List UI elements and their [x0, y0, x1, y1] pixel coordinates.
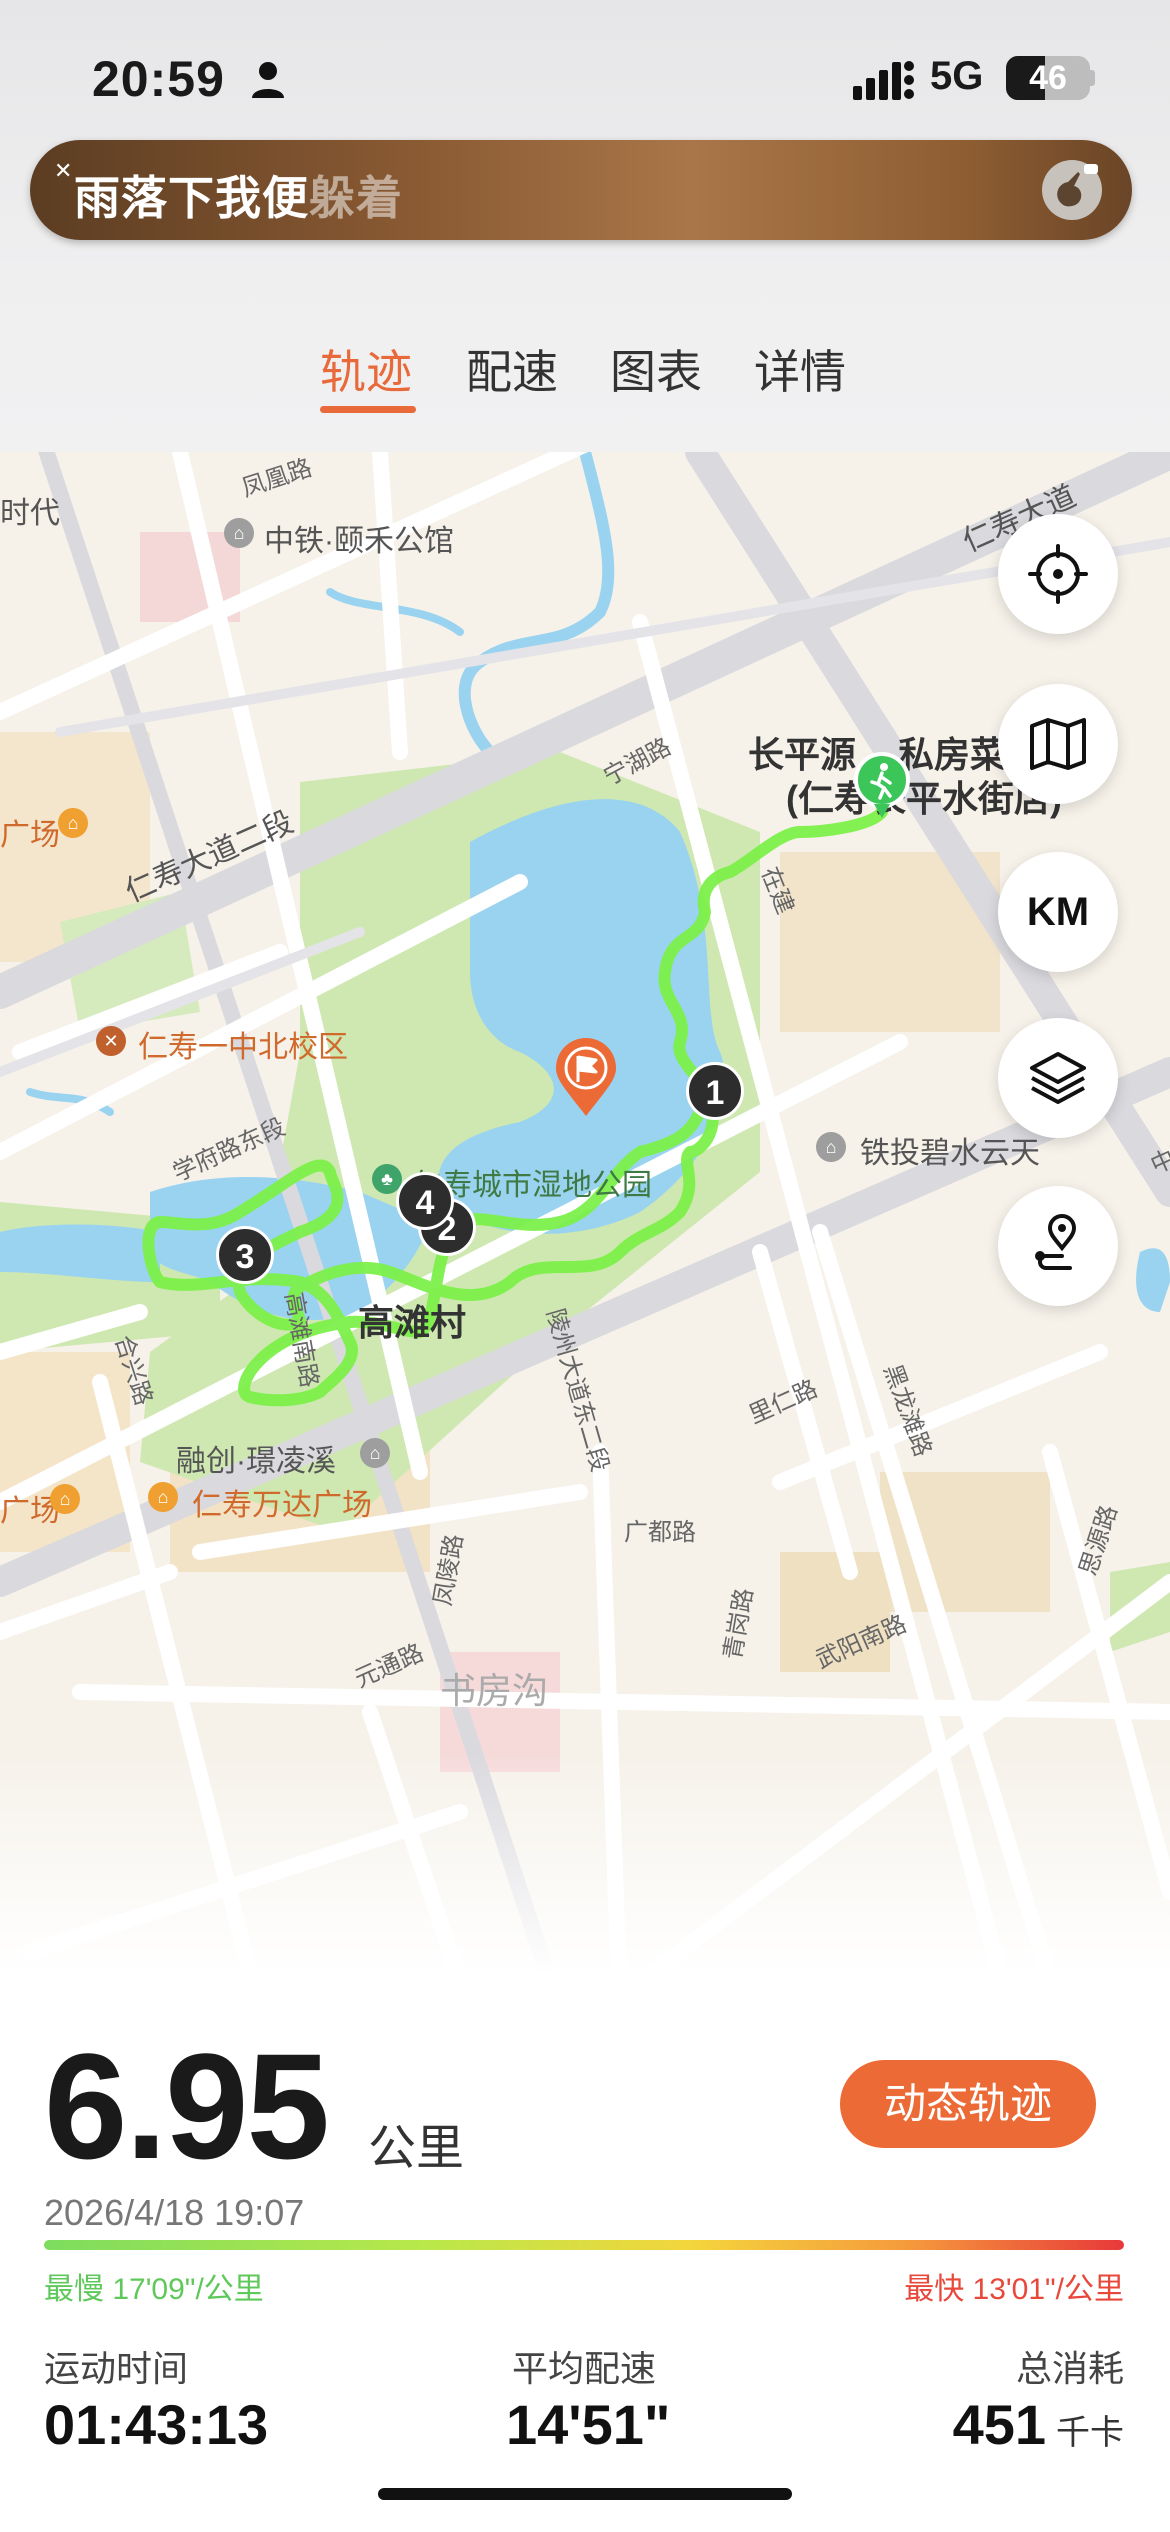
duration-value: 01:43:13: [44, 2393, 269, 2456]
poi-label: 仁寿一中北校区: [138, 1031, 348, 1064]
status-time: 20:59: [92, 51, 225, 107]
poi-icon: ⌂: [816, 1132, 846, 1162]
lyric-sung: 雨落下我便: [74, 172, 309, 224]
network-type: 5G: [930, 54, 984, 98]
avg-pace-label: 平均配速: [512, 2348, 657, 2389]
start-walk-marker[interactable]: [854, 752, 910, 822]
km-label: KM: [1026, 889, 1090, 934]
distance-value: 6.95: [44, 2022, 330, 2190]
map-label: 时代: [0, 497, 60, 530]
duration-label: 运动时间: [44, 2348, 189, 2389]
poi-label: 中铁·颐禾公馆: [264, 525, 454, 558]
tab-track[interactable]: 轨迹: [320, 336, 412, 402]
map-view[interactable]: 凤凰路 时代 ⌂ 中铁·颐禾公馆 仁寿大道 仁寿大道二段 宁湖路 长平源 私房菜…: [0, 452, 1170, 2012]
calories-value: 451: [952, 2393, 1046, 2456]
calories-label: 总消耗: [1015, 2348, 1124, 2389]
avg-pace-value: 14'51": [506, 2393, 671, 2456]
tab-details[interactable]: 详情: [754, 336, 846, 402]
route-button[interactable]: [998, 1186, 1118, 1306]
area-label: 书房沟: [440, 1670, 549, 1711]
poi-icon: ⌂: [58, 808, 88, 838]
distance-unit: 公里: [368, 2122, 465, 2175]
dynamic-track-button[interactable]: 动态轨迹: [840, 2060, 1096, 2148]
tab-pace[interactable]: 配速: [466, 336, 558, 402]
calories-stat: 451 千卡: [953, 2392, 1124, 2457]
lyric-line: 雨落下我便躲着: [74, 162, 403, 228]
map-type-button[interactable]: [998, 684, 1118, 804]
workout-date: 2026/4/18 19:07: [44, 2192, 305, 2233]
poi-label: 融创·璟凌溪: [176, 1445, 336, 1478]
poi-label: 广场: [0, 819, 60, 852]
signal-icon: [853, 61, 914, 100]
route-pin-icon: [1035, 1214, 1077, 1270]
road-label: 广都路: [624, 1519, 696, 1546]
map-icon: [1030, 718, 1086, 770]
poi-icon: ⌂: [224, 518, 254, 548]
tab-bar: 轨迹 配速 图表 详情: [0, 336, 1170, 416]
battery-level: 46: [1029, 59, 1067, 97]
slowest-pace: 最慢 17'09"/公里: [44, 2273, 264, 2306]
finish-flag-marker[interactable]: [554, 1038, 618, 1118]
poi-icon: ⌂: [360, 1438, 390, 1468]
header: 20:59 5G 46 ✕ 雨落下我便躲着 轨迹 配速 图表 详情: [0, 0, 1170, 452]
layers-button[interactable]: [998, 1018, 1118, 1138]
active-tab-indicator: [320, 406, 416, 413]
school-icon: ✕: [96, 1026, 126, 1056]
crosshair-icon: [1028, 544, 1088, 604]
km-toggle-button[interactable]: KM: [998, 852, 1118, 972]
lyric-rest: 躲着: [309, 172, 403, 224]
music-lyric-bar[interactable]: ✕ 雨落下我便躲着: [30, 140, 1132, 240]
calories-unit: 千卡: [1056, 2414, 1124, 2452]
fastest-pace: 最快 13'01"/公里: [904, 2273, 1124, 2306]
battery-tip: [1090, 70, 1095, 86]
pace-gradient-bar: [44, 2240, 1124, 2250]
map-bottom-fade: [0, 1752, 1170, 2012]
village-label: 高滩村: [358, 1302, 467, 1343]
battery-icon: 46: [1006, 56, 1090, 100]
poi-label: 仁寿万达广场: [192, 1489, 372, 1522]
home-indicator[interactable]: [378, 2488, 792, 2500]
music-app-icon[interactable]: [1040, 158, 1104, 222]
person-icon: [252, 62, 284, 98]
km-marker-4[interactable]: 4: [396, 1172, 454, 1230]
poi-label: 铁投碧水云天: [860, 1137, 1040, 1170]
layers-icon: [1030, 1052, 1086, 1104]
poi-icon: ⌂: [50, 1484, 80, 1514]
km-marker-3[interactable]: 3: [216, 1226, 274, 1284]
close-icon[interactable]: ✕: [54, 158, 72, 184]
poi-icon: ⌂: [148, 1482, 178, 1512]
km-marker-1[interactable]: 1: [686, 1062, 744, 1120]
tab-chart[interactable]: 图表: [610, 336, 702, 402]
locate-button[interactable]: [998, 514, 1118, 634]
